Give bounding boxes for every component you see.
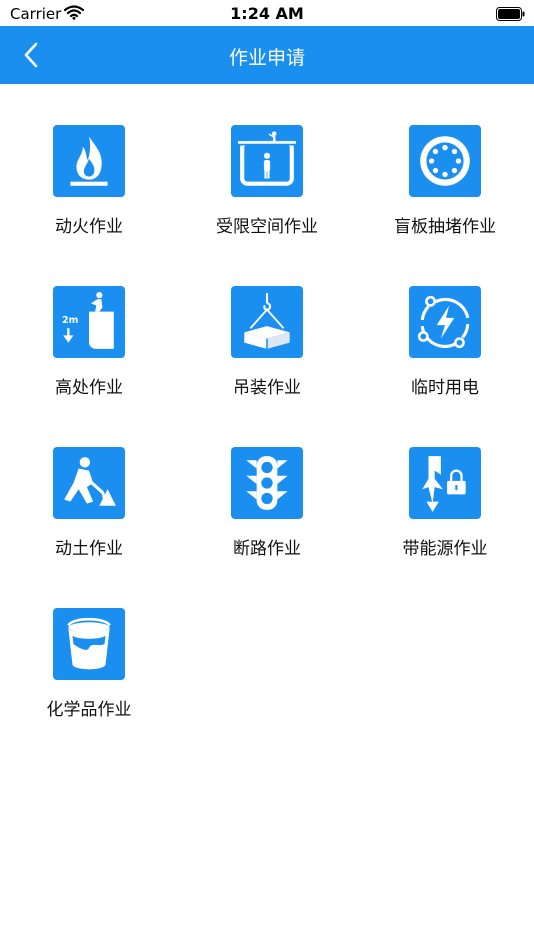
status-bar: Carrier 1:24 AM [0, 0, 534, 26]
confined-space-icon [231, 125, 303, 197]
height-marker-text: 2m [62, 315, 78, 326]
battery-icon [496, 6, 526, 25]
item-hoisting[interactable]: 吊装作业 [178, 245, 356, 398]
item-label: 盲板抽堵作业 [394, 217, 496, 237]
item-label: 受限空间作业 [216, 217, 318, 237]
item-label: 动火作业 [55, 217, 123, 237]
energy-lockout-icon [409, 447, 481, 519]
item-confined-space[interactable]: 受限空间作业 [178, 84, 356, 237]
item-road-closure[interactable]: 断路作业 [178, 406, 356, 559]
page-title: 作业申请 [228, 47, 305, 69]
temporary-power-icon [409, 286, 481, 358]
item-excavation[interactable]: 动土作业 [0, 406, 178, 559]
blind-plate-icon [409, 125, 481, 197]
item-chemical-work[interactable]: 化学品作业 [0, 567, 178, 720]
fire-icon [53, 125, 125, 197]
height-work-icon: 2m [53, 286, 125, 358]
traffic-light-icon [231, 447, 303, 519]
item-temporary-power[interactable]: 临时用电 [356, 245, 534, 398]
item-label: 高处作业 [55, 378, 123, 398]
clock: 1:24 AM [230, 4, 304, 23]
item-label: 带能源作业 [402, 539, 488, 559]
hoisting-icon [231, 286, 303, 358]
excavation-icon [53, 447, 125, 519]
chemical-bucket-icon [53, 608, 125, 680]
item-label: 动土作业 [55, 539, 123, 559]
item-label: 化学品作业 [46, 700, 132, 720]
item-work-at-height[interactable]: 2m 高处作业 [0, 245, 178, 398]
navigation-bar: 作业申请 [0, 26, 534, 84]
item-energized-work[interactable]: 带能源作业 [356, 406, 534, 559]
item-label: 吊装作业 [233, 378, 301, 398]
item-label: 断路作业 [233, 539, 301, 559]
item-hot-work[interactable]: 动火作业 [0, 84, 178, 237]
item-blind-plate[interactable]: 盲板抽堵作业 [356, 84, 534, 237]
item-label: 临时用电 [411, 378, 479, 398]
